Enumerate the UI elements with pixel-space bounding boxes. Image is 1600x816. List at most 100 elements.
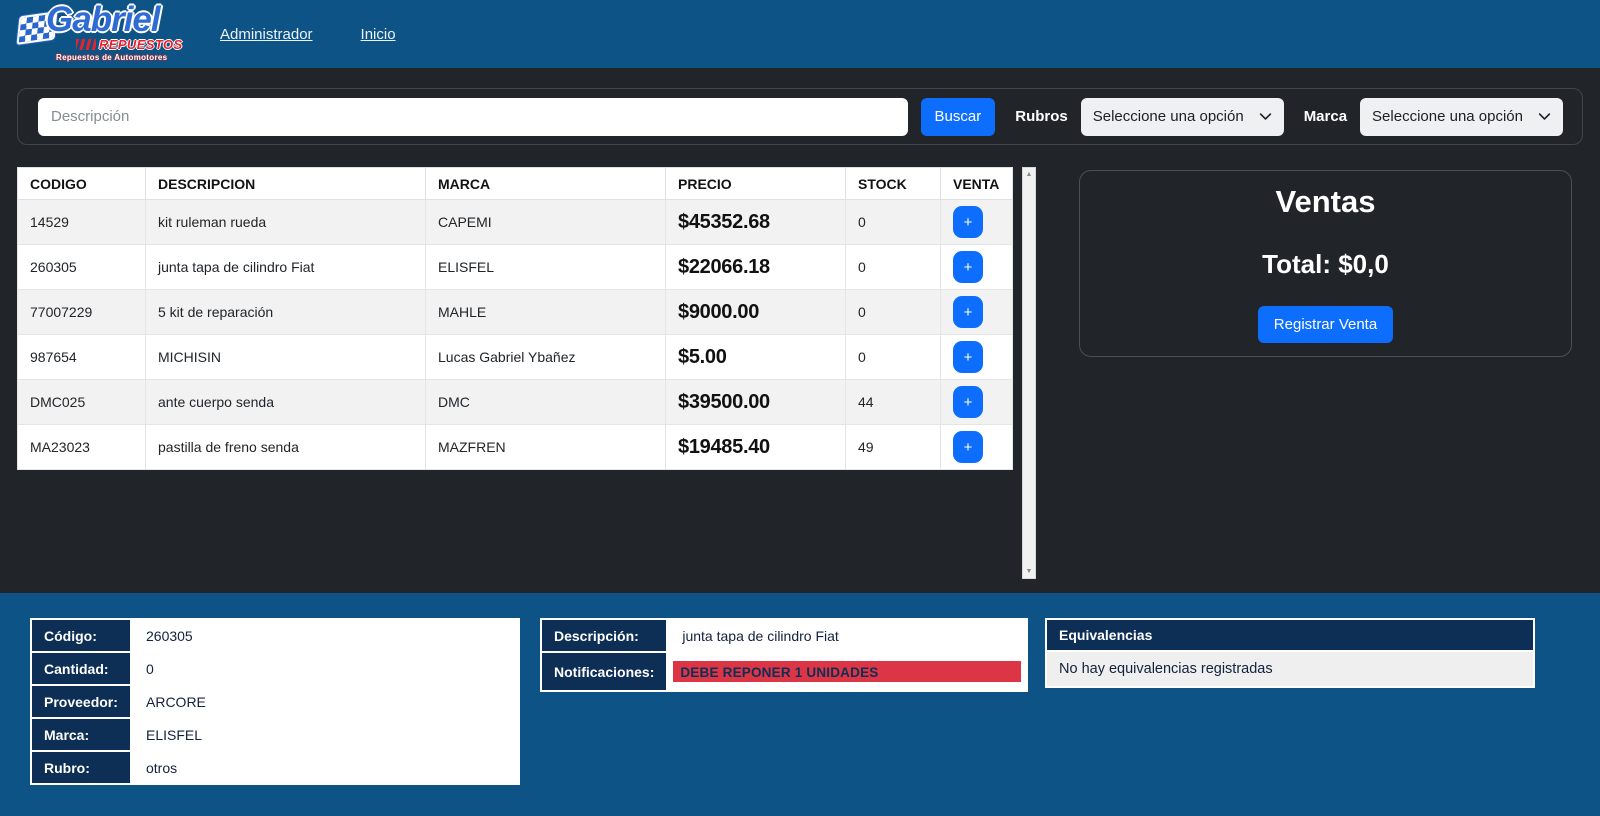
rubros-select-value: Seleccione una opción — [1093, 108, 1244, 125]
cell-stock: 0 — [846, 200, 941, 245]
add-to-sale-button[interactable]: + — [953, 341, 983, 373]
equivalencias-title: Equivalencias — [1047, 620, 1533, 652]
description-panel: Descripción: junta tapa de cilindro Fiat… — [540, 618, 1028, 692]
cell-precio: $39500.00 — [666, 380, 846, 425]
speed-stripes-icon — [76, 39, 96, 50]
description-value: junta tapa de cilindro Fiat — [667, 619, 1027, 652]
add-to-sale-button[interactable]: + — [953, 431, 983, 463]
equivalencias-empty-message: No hay equivalencias registradas — [1047, 652, 1533, 686]
product-detail-table: Código: 260305 Cantidad: 0 Proveedor: AR… — [30, 618, 520, 785]
chevron-down-icon — [1259, 110, 1272, 123]
table-header-row: CODIGO DESCRIPCION MARCA PRECIO STOCK VE… — [18, 168, 1013, 200]
rubros-label: Rubros — [1015, 108, 1068, 125]
cell-codigo: MA23023 — [18, 425, 146, 470]
detail-label: Código: — [31, 619, 131, 652]
cell-marca: ELISFEL — [426, 245, 666, 290]
products-table: CODIGO DESCRIPCION MARCA PRECIO STOCK VE… — [17, 167, 1013, 470]
cell-precio: $45352.68 — [666, 200, 846, 245]
cell-codigo: DMC025 — [18, 380, 146, 425]
detail-label: Marca: — [31, 718, 131, 751]
marca-select-value: Seleccione una opción — [1372, 108, 1523, 125]
cell-descripcion: MICHISIN — [146, 335, 426, 380]
detail-label: Rubro: — [31, 751, 131, 784]
scroll-up-arrow-icon[interactable]: ▲ — [1026, 171, 1033, 178]
cell-precio: $5.00 — [666, 335, 846, 380]
add-to-sale-button[interactable]: + — [953, 251, 983, 283]
detail-value: ELISFEL — [131, 718, 519, 751]
cell-stock: 44 — [846, 380, 941, 425]
cell-descripcion: junta tapa de cilindro Fiat — [146, 245, 426, 290]
brand-tagline: Repuestos de Automotores — [56, 53, 167, 62]
vertical-scrollbar[interactable]: ▲ ▼ — [1022, 167, 1036, 579]
table-row[interactable]: MA23023 pastilla de freno senda MAZFREN … — [18, 425, 1013, 470]
table-row[interactable]: 260305 junta tapa de cilindro Fiat ELISF… — [18, 245, 1013, 290]
registrar-venta-button[interactable]: Registrar Venta — [1258, 306, 1393, 343]
cell-codigo: 987654 — [18, 335, 146, 380]
cell-marca: DMC — [426, 380, 666, 425]
cell-codigo: 77007229 — [18, 290, 146, 335]
detail-label: Proveedor: — [31, 685, 131, 718]
ventas-panel: Ventas Total: $0,0 Registrar Venta — [1079, 170, 1572, 357]
product-detail-section: Código: 260305 Cantidad: 0 Proveedor: AR… — [0, 593, 1600, 816]
cell-stock: 0 — [846, 335, 941, 380]
col-header-precio: PRECIO — [666, 168, 846, 200]
add-to-sale-button[interactable]: + — [953, 386, 983, 418]
col-header-marca: MARCA — [426, 168, 666, 200]
cell-stock: 0 — [846, 245, 941, 290]
cell-precio: $19485.40 — [666, 425, 846, 470]
description-label: Descripción: — [541, 619, 667, 652]
brand-name: Gabriel — [46, 0, 160, 40]
detail-value: 260305 — [131, 619, 519, 652]
cell-marca: CAPEMI — [426, 200, 666, 245]
cell-marca: MAZFREN — [426, 425, 666, 470]
restock-warning-badge: DEBE REPONER 1 UNIDADES — [673, 661, 1021, 682]
marca-label: Marca — [1304, 108, 1347, 125]
col-header-codigo: CODIGO — [18, 168, 146, 200]
nav-link-inicio[interactable]: Inicio — [361, 26, 396, 43]
cell-descripcion: ante cuerpo senda — [146, 380, 426, 425]
nav-link-administrador[interactable]: Administrador — [220, 26, 313, 43]
cell-descripcion: pastilla de freno senda — [146, 425, 426, 470]
add-to-sale-button[interactable]: + — [953, 206, 983, 238]
detail-value: 0 — [131, 652, 519, 685]
ventas-title: Ventas — [1080, 184, 1571, 220]
search-input[interactable] — [38, 98, 908, 136]
table-row[interactable]: 77007229 5 kit de reparación MAHLE $9000… — [18, 290, 1013, 335]
top-navbar: Gabriel REPUESTOS Repuestos de Automotor… — [0, 0, 1600, 68]
equivalencias-panel: Equivalencias No hay equivalencias regis… — [1045, 618, 1535, 688]
cell-codigo: 14529 — [18, 200, 146, 245]
search-filter-bar: Buscar Rubros Seleccione una opción Marc… — [17, 88, 1583, 145]
table-row[interactable]: 14529 kit ruleman rueda CAPEMI $45352.68… — [18, 200, 1013, 245]
notifications-label: Notificaciones: — [541, 652, 667, 691]
ventas-total: Total: $0,0 — [1080, 249, 1571, 280]
description-table: Descripción: junta tapa de cilindro Fiat… — [540, 618, 1028, 692]
cell-marca: Lucas Gabriel Ybañez — [426, 335, 666, 380]
detail-value: otros — [131, 751, 519, 784]
col-header-venta: VENTA — [941, 168, 1013, 200]
brand-subtitle: REPUESTOS — [99, 37, 183, 52]
cell-precio: $22066.18 — [666, 245, 846, 290]
scroll-down-arrow-icon[interactable]: ▼ — [1026, 568, 1033, 575]
add-to-sale-button[interactable]: + — [953, 296, 983, 328]
buscar-button[interactable]: Buscar — [921, 98, 996, 136]
product-detail-panel: Código: 260305 Cantidad: 0 Proveedor: AR… — [30, 618, 520, 785]
col-header-stock: STOCK — [846, 168, 941, 200]
nav-links: Administrador Inicio — [220, 26, 396, 43]
cell-stock: 0 — [846, 290, 941, 335]
detail-label: Cantidad: — [31, 652, 131, 685]
chevron-down-icon — [1538, 110, 1551, 123]
brand-logo[interactable]: Gabriel REPUESTOS Repuestos de Automotor… — [16, 2, 186, 66]
cell-codigo: 260305 — [18, 245, 146, 290]
marca-select[interactable]: Seleccione una opción — [1360, 98, 1563, 136]
detail-value: ARCORE — [131, 685, 519, 718]
cell-descripcion: 5 kit de reparación — [146, 290, 426, 335]
table-row[interactable]: DMC025 ante cuerpo senda DMC $39500.00 4… — [18, 380, 1013, 425]
products-table-container: CODIGO DESCRIPCION MARCA PRECIO STOCK VE… — [17, 167, 1012, 470]
cell-marca: MAHLE — [426, 290, 666, 335]
rubros-select[interactable]: Seleccione una opción — [1081, 98, 1284, 136]
cell-descripcion: kit ruleman rueda — [146, 200, 426, 245]
cell-precio: $9000.00 — [666, 290, 846, 335]
table-row[interactable]: 987654 MICHISIN Lucas Gabriel Ybañez $5.… — [18, 335, 1013, 380]
col-header-descripcion: DESCRIPCION — [146, 168, 426, 200]
cell-stock: 49 — [846, 425, 941, 470]
